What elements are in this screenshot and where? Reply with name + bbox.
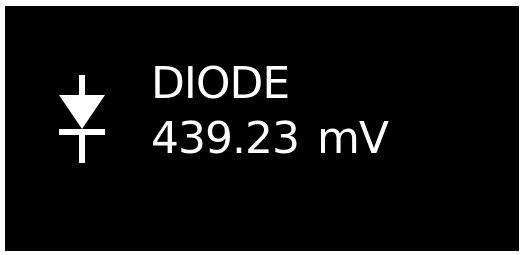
mode-label: DIODE bbox=[151, 58, 290, 109]
measurement-reading: 439.23 mV bbox=[151, 117, 389, 161]
measurement-unit: mV bbox=[316, 113, 389, 164]
device-frame: DIODE 439.23 mV bbox=[0, 0, 523, 255]
measurement-value: 439.23 bbox=[151, 113, 300, 164]
diode-icon bbox=[59, 75, 105, 163]
lcd-screen: DIODE 439.23 mV bbox=[5, 6, 519, 251]
